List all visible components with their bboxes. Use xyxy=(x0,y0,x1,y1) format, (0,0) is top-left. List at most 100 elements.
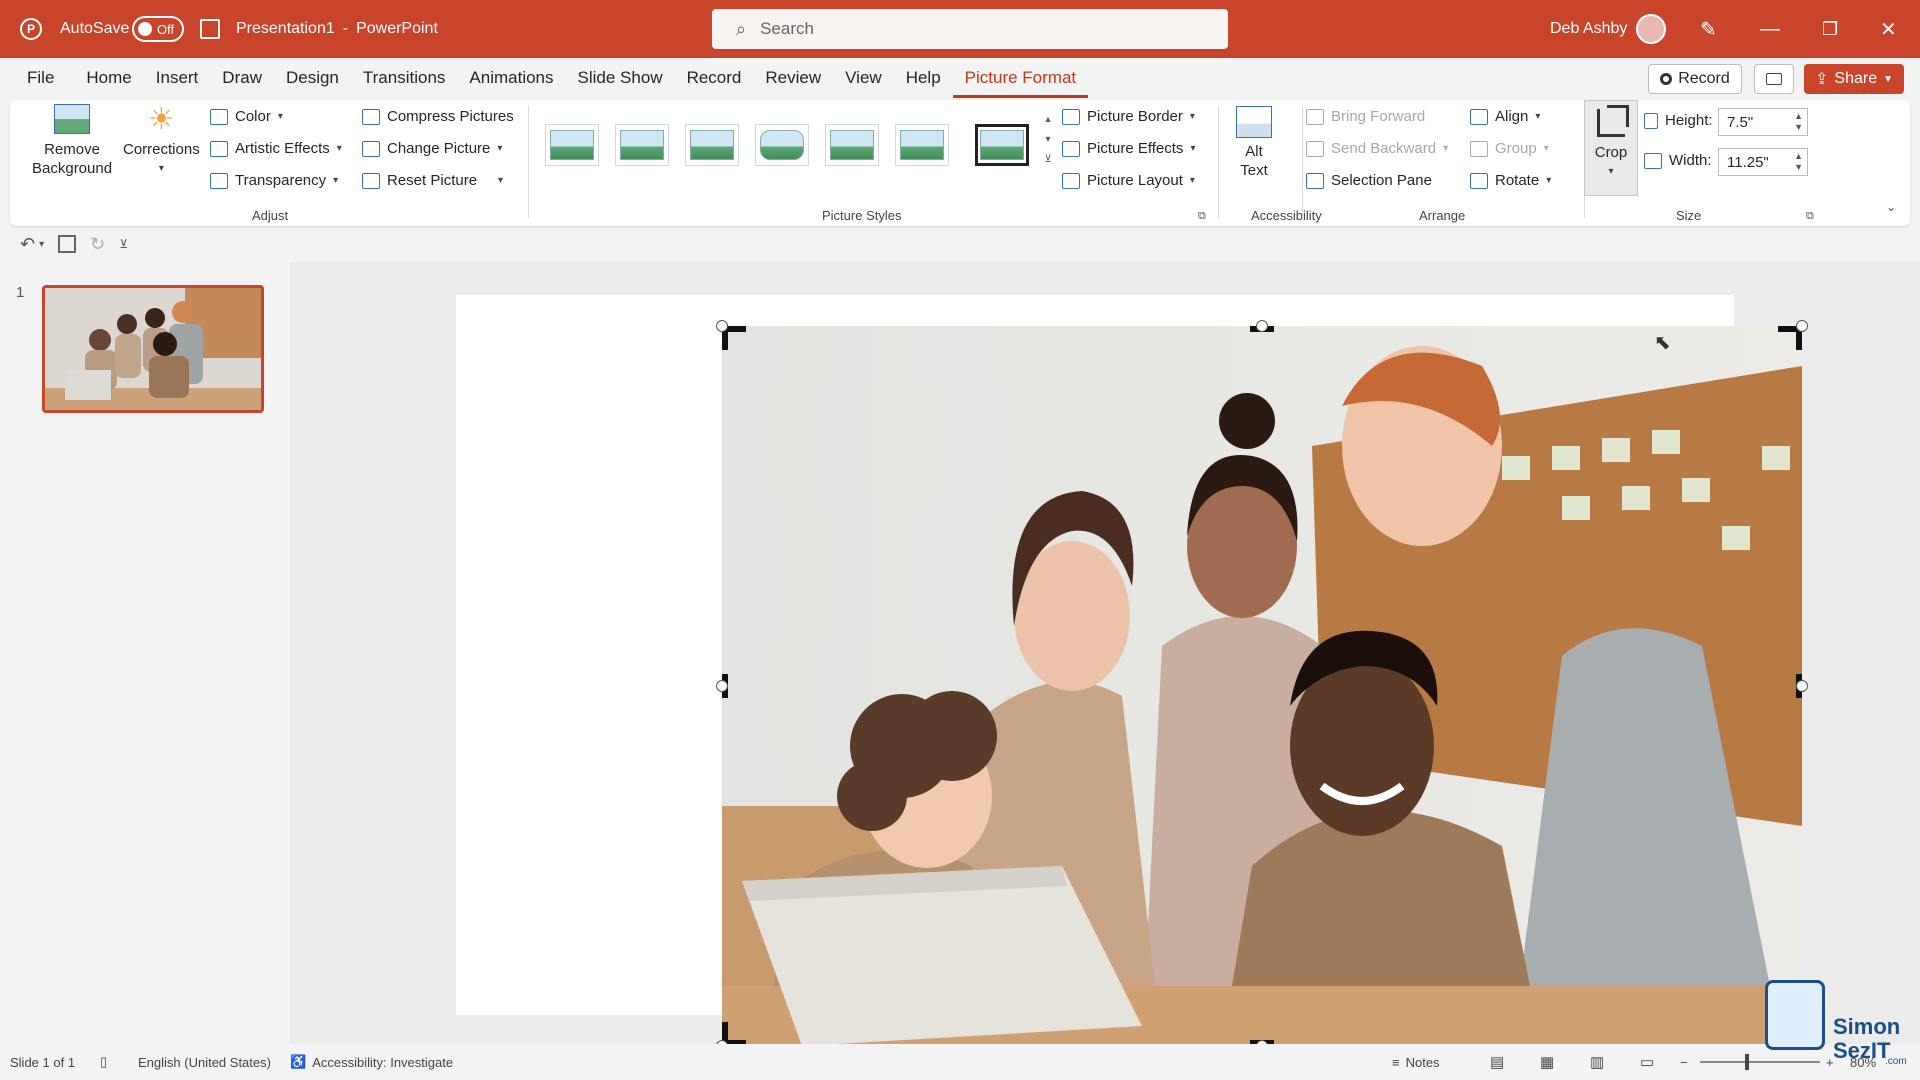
tab-insert[interactable]: Insert xyxy=(144,58,211,98)
picture-style-6[interactable] xyxy=(895,124,949,166)
remove-background-button[interactable]: Remove Background xyxy=(32,104,112,178)
slide-thumbnail-panel: 1 xyxy=(0,262,290,1044)
compress-pictures-button[interactable]: Compress Pictures xyxy=(362,108,514,125)
alt-text-button[interactable]: Alt Text xyxy=(1236,106,1272,180)
collapse-ribbon-icon[interactable]: ⌄ xyxy=(1886,200,1896,214)
comment-icon xyxy=(1766,73,1782,85)
picture-style-4[interactable] xyxy=(755,124,809,166)
tab-file[interactable]: File xyxy=(15,58,66,98)
tab-transitions[interactable]: Transitions xyxy=(351,58,458,98)
ribbon-tabs: File Home Insert Draw Design Transitions… xyxy=(15,58,1089,98)
autosave-toggle[interactable]: Off xyxy=(132,16,184,42)
transparency-button[interactable]: Transparency ▾ xyxy=(210,172,338,189)
selected-picture[interactable] xyxy=(722,326,1802,1046)
change-picture-button[interactable]: Change Picture ▾ xyxy=(362,140,502,157)
reset-picture-button[interactable]: Reset Picture ▾ xyxy=(362,172,503,189)
height-label-text: Height: xyxy=(1665,112,1713,129)
chevron-down-icon: ▾ xyxy=(1190,143,1196,154)
pen-icon[interactable]: ✎ xyxy=(1700,0,1717,58)
zoom-out-icon[interactable]: − xyxy=(1680,1055,1688,1070)
tab-home[interactable]: Home xyxy=(74,58,143,98)
group-button[interactable]: Group ▾ xyxy=(1470,140,1549,157)
close-icon[interactable]: ✕ xyxy=(1880,0,1897,58)
artistic-effects-button[interactable]: Artistic Effects ▾ xyxy=(210,140,342,157)
picture-border-button[interactable]: Picture Border ▾ xyxy=(1062,108,1195,125)
send-backward-button[interactable]: Send Backward ▾ xyxy=(1306,140,1448,157)
restore-icon[interactable]: ❐ xyxy=(1822,0,1838,58)
language[interactable]: English (United States) xyxy=(138,1055,271,1070)
mascot-icon xyxy=(1765,980,1825,1050)
slide-thumbnail-1[interactable] xyxy=(42,285,264,413)
picture-style-5[interactable] xyxy=(825,124,879,166)
accessibility-status[interactable]: ♿ Accessibility: Investigate xyxy=(290,1054,453,1070)
resize-handle[interactable] xyxy=(716,680,728,692)
reading-view-icon[interactable]: ▥ xyxy=(1590,1053,1604,1071)
tab-review[interactable]: Review xyxy=(753,58,833,98)
normal-view-icon[interactable]: ▤ xyxy=(1490,1053,1504,1071)
ribbon-body: Remove Background ☀ Corrections ▾ Color ▾… xyxy=(10,100,1910,226)
notes-button[interactable]: ≡ Notes xyxy=(1392,1055,1440,1070)
avatar[interactable] xyxy=(1636,0,1666,58)
picture-style-2[interactable] xyxy=(615,124,669,166)
user-name[interactable]: Deb Ashby xyxy=(1550,0,1627,58)
save-icon[interactable] xyxy=(58,235,77,253)
bring-forward-button[interactable]: Bring Forward xyxy=(1306,108,1425,125)
change-picture-label: Change Picture xyxy=(387,140,491,157)
color-button[interactable]: Color ▾ xyxy=(210,108,283,125)
chevron-down-icon: ▾ xyxy=(1189,111,1195,122)
resize-handle[interactable] xyxy=(1796,320,1808,332)
alt-text-label-2: Text xyxy=(1240,162,1268,179)
dialog-launcher-icon[interactable]: ⧉ xyxy=(1198,210,1206,223)
dialog-launcher-icon[interactable]: ⧉ xyxy=(1806,210,1814,223)
undo-icon[interactable]: ↶ xyxy=(20,234,35,255)
slide[interactable] xyxy=(456,295,1808,1052)
quick-access-toolbar: ↶ ▾ ↻ ⊻ xyxy=(0,226,128,262)
picture-style-3[interactable] xyxy=(685,124,739,166)
divider xyxy=(1218,106,1219,218)
autosave-state: Off xyxy=(157,21,175,37)
tab-draw[interactable]: Draw xyxy=(210,58,274,98)
search-box[interactable]: ⌕ Search xyxy=(712,9,1228,49)
tab-design[interactable]: Design xyxy=(274,58,351,98)
tab-record[interactable]: Record xyxy=(675,58,754,98)
tab-picture-format[interactable]: Picture Format xyxy=(952,58,1089,98)
height-input[interactable]: 7.5" ▲ ▼ xyxy=(1718,108,1808,136)
record-button[interactable]: Record xyxy=(1648,64,1742,94)
share-button[interactable]: ⇪ Share ▼ xyxy=(1804,64,1904,94)
comments-button[interactable] xyxy=(1754,64,1794,94)
picture-style-7[interactable] xyxy=(975,124,1029,166)
chevron-down-icon: ▼ xyxy=(1883,73,1893,85)
search-icon: ⌕ xyxy=(736,18,747,39)
picture-effects-button[interactable]: Picture Effects ▾ xyxy=(1062,140,1195,157)
save-icon[interactable] xyxy=(200,0,220,58)
picture-style-1[interactable] xyxy=(545,124,599,166)
title-bar: P AutoSave Off Presentation1 - PowerPoin… xyxy=(0,0,1920,58)
slide-sorter-icon[interactable]: ▦ xyxy=(1540,1053,1554,1071)
crop-button[interactable]: Crop ▾ xyxy=(1584,100,1638,196)
resize-handle[interactable] xyxy=(1256,320,1268,332)
spinner-icon[interactable]: ▲ ▼ xyxy=(1794,151,1803,173)
spelling-icon[interactable]: ▯ xyxy=(100,1054,107,1070)
redo-icon[interactable]: ↻ xyxy=(90,234,105,255)
width-input[interactable]: 11.25" ▲ ▼ xyxy=(1718,148,1808,176)
minimize-icon[interactable]: — xyxy=(1760,0,1780,58)
picture-border-label: Picture Border xyxy=(1087,108,1183,125)
spinner-icon[interactable]: ▲ ▼ xyxy=(1794,111,1803,133)
tab-help[interactable]: Help xyxy=(894,58,953,98)
tab-view[interactable]: View xyxy=(833,58,894,98)
remove-background-icon xyxy=(54,104,91,134)
slideshow-icon[interactable]: ▭ xyxy=(1640,1053,1654,1071)
tab-slide-show[interactable]: Slide Show xyxy=(566,58,675,98)
gallery-scroll[interactable]: ▴ ▾ ⊻ xyxy=(1040,110,1056,170)
tab-animations[interactable]: Animations xyxy=(457,58,565,98)
rotate-button[interactable]: Rotate ▾ xyxy=(1470,172,1551,189)
resize-handle[interactable] xyxy=(1796,680,1808,692)
slide-canvas: ⬉ xyxy=(290,262,1920,1052)
resize-handle[interactable] xyxy=(716,320,728,332)
selection-pane-button[interactable]: Selection Pane xyxy=(1306,172,1432,189)
chevron-down-icon[interactable]: ▾ xyxy=(39,239,44,250)
align-button[interactable]: Align ▾ xyxy=(1470,108,1540,125)
picture-layout-button[interactable]: Picture Layout ▾ xyxy=(1062,172,1195,189)
corrections-button[interactable]: ☀ Corrections ▾ xyxy=(123,104,200,178)
customize-toolbar-icon[interactable]: ⊻ xyxy=(119,237,128,251)
